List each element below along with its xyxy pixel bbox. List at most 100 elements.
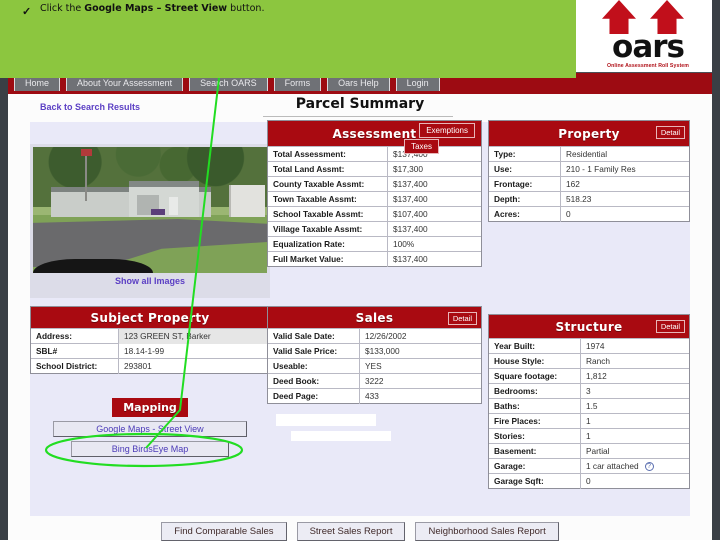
report-buttons-bar: Find Comparable Sales Street Sales Repor… xyxy=(8,522,712,541)
show-all-images-link[interactable]: Show all Images xyxy=(30,276,270,286)
sales-detail-button[interactable]: Detail xyxy=(447,312,477,325)
property-photo-card[interactable]: Show all Images xyxy=(30,144,270,298)
logo-arrow-left-icon xyxy=(602,0,636,34)
row-label: House Style: xyxy=(489,353,581,369)
row-label: Address: xyxy=(31,328,119,344)
row-value: $137,400 xyxy=(393,178,428,189)
property-table-header: Property Detail xyxy=(489,121,689,146)
table-row: Deed Book: 3222 xyxy=(268,373,481,389)
nav-item-search-oars[interactable]: Search OARS xyxy=(189,76,268,91)
assessment-table: Assessment Exemptions Taxes Total Assess… xyxy=(267,120,482,267)
table-row: School Taxable Assmt: $107,400 xyxy=(268,206,481,222)
row-value: 12/26/2002 xyxy=(365,330,407,341)
row-label: Baths: xyxy=(489,398,581,414)
find-comparable-sales-button[interactable]: Find Comparable Sales xyxy=(161,522,287,541)
table-row: House Style: Ranch xyxy=(489,353,689,369)
table-row: Fire Places: 1 xyxy=(489,413,689,429)
row-value: 0 xyxy=(566,208,571,219)
table-row: Baths: 1.5 xyxy=(489,398,689,414)
structure-detail-button[interactable]: Detail xyxy=(655,320,685,333)
logo-tagline: Online Assessment Roll System xyxy=(607,63,689,69)
neighborhood-sales-report-button[interactable]: Neighborhood Sales Report xyxy=(415,522,559,541)
row-label: Valid Sale Date: xyxy=(268,328,360,344)
table-row: Valid Sale Date: 12/26/2002 xyxy=(268,328,481,344)
row-label: Depth: xyxy=(489,191,561,207)
row-value: 433 xyxy=(365,390,379,401)
row-label: School Taxable Assmt: xyxy=(268,206,388,222)
row-value: 210 - 1 Family Res xyxy=(566,163,636,174)
row-label: Total Land Assmt: xyxy=(268,161,388,177)
row-label: Garage Sqft: xyxy=(489,473,581,489)
table-row: Garage: 1 car attached? xyxy=(489,458,689,474)
row-value: 123 GREEN ST, Barker xyxy=(119,328,269,344)
table-row: Total Land Assmt: $17,300 xyxy=(268,161,481,177)
table-row: Deed Page: 433 xyxy=(268,388,481,404)
row-label: Bedrooms: xyxy=(489,383,581,399)
table-row: Bedrooms: 3 xyxy=(489,383,689,399)
subject-property-title: Subject Property xyxy=(90,310,210,325)
check-mark-icon: ✓ xyxy=(22,6,32,18)
nav-item-login[interactable]: Login xyxy=(395,76,440,91)
row-value: Ranch xyxy=(586,355,610,366)
row-label: Acres: xyxy=(489,206,561,222)
taxes-button[interactable]: Taxes xyxy=(404,139,439,154)
row-label: Equalization Rate: xyxy=(268,236,388,252)
property-title: Property xyxy=(558,126,620,141)
photo-rv xyxy=(229,185,265,217)
exemptions-button[interactable]: Exemptions xyxy=(419,123,475,138)
table-row: Frontage: 162 xyxy=(489,176,689,192)
street-sales-report-button[interactable]: Street Sales Report xyxy=(296,522,406,541)
row-value: Partial xyxy=(586,445,610,456)
structure-table: Structure Detail Year Built: 1974 House S… xyxy=(488,314,690,489)
row-label: Town Taxable Assmt: xyxy=(268,191,388,207)
row-label: Village Taxable Assmt: xyxy=(268,221,388,237)
table-row: Use: 210 - 1 Family Res xyxy=(489,161,689,177)
nav-item-forms[interactable]: Forms xyxy=(273,76,322,91)
bing-birdseye-map-button[interactable]: Bing BirdsEye Map xyxy=(71,441,229,457)
table-row: Equalization Rate: 100% xyxy=(268,236,481,252)
table-row: Square footage: 1,812 xyxy=(489,368,689,384)
table-row: Town Taxable Assmt: $137,400 xyxy=(268,191,481,207)
row-label: Square footage: xyxy=(489,368,581,384)
instruction-prefix: Click the xyxy=(40,3,85,14)
row-value: Residential xyxy=(566,148,608,159)
google-maps-street-view-button[interactable]: Google Maps - Street View xyxy=(53,421,247,437)
row-value: 1,812 xyxy=(586,370,607,381)
subject-property-table-header: Subject Property xyxy=(31,307,269,328)
table-row: Type: Residential xyxy=(489,146,689,162)
table-row: Garage Sqft: 0 xyxy=(489,473,689,489)
row-value: 1.5 xyxy=(586,400,598,411)
row-label: Deed Page: xyxy=(268,388,360,404)
oars-logo[interactable]: oars Online Assessment Roll System xyxy=(592,0,704,76)
nav-item-oars-help[interactable]: Oars Help xyxy=(327,76,390,91)
row-value: 1974 xyxy=(586,340,605,351)
row-value: 100% xyxy=(393,238,415,249)
table-row: Stories: 1 xyxy=(489,428,689,444)
row-value: $137,400 xyxy=(393,223,428,234)
browser-page-frame: oars Online Assessment Roll System Home … xyxy=(0,0,720,541)
photo-front-door xyxy=(169,197,178,215)
sales-title: Sales xyxy=(355,310,394,325)
row-label: Full Market Value: xyxy=(268,251,388,267)
question-mark-icon[interactable]: ? xyxy=(644,461,654,471)
property-photo[interactable] xyxy=(33,147,267,273)
nav-item-home[interactable]: Home xyxy=(14,76,61,91)
table-row: County Taxable Assmt: $137,400 xyxy=(268,176,481,192)
property-detail-button[interactable]: Detail xyxy=(655,126,685,139)
row-label: SBL# xyxy=(31,343,119,359)
row-label: County Taxable Assmt: xyxy=(268,176,388,192)
row-value: 0 xyxy=(586,475,591,486)
table-row: Village Taxable Assmt: $137,400 xyxy=(268,221,481,237)
redaction-box-2 xyxy=(291,431,391,441)
table-row: Year Built: 1974 xyxy=(489,338,689,354)
mapping-section: Mapping Google Maps - Street View Bing B… xyxy=(30,398,270,457)
row-label: Useable: xyxy=(268,358,360,374)
row-label: Basement: xyxy=(489,443,581,459)
table-row: Acres: 0 xyxy=(489,206,689,222)
table-row: Total Assessment:$137,400 xyxy=(268,146,481,162)
row-value: 3222 xyxy=(365,375,384,386)
redaction-box-1 xyxy=(276,414,376,426)
row-label: Valid Sale Price: xyxy=(268,343,360,359)
nav-item-about-assessment[interactable]: About Your Assessment xyxy=(66,76,184,91)
table-row: Basement: Partial xyxy=(489,443,689,459)
